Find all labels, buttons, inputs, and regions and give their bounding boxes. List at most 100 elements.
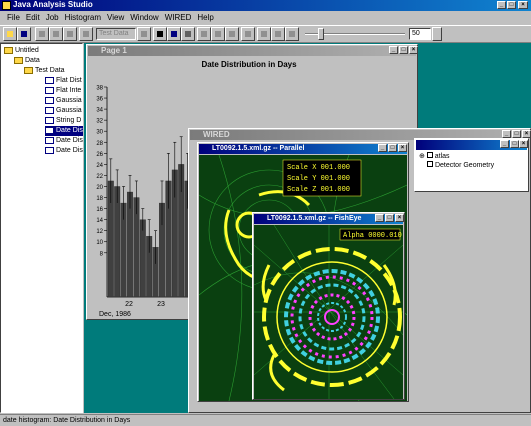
checkbox-icon[interactable]: [426, 152, 433, 158]
fisheye-event-display: Alpha 0000.010: [254, 225, 403, 399]
page-maximize[interactable]: □: [399, 46, 408, 54]
histogram-icon: [45, 146, 54, 154]
close-button[interactable]: ×: [518, 1, 528, 9]
zoom-value-field[interactable]: 50: [409, 28, 431, 40]
save-icon[interactable]: [17, 27, 31, 41]
menu-wired[interactable]: WIRED: [162, 12, 195, 24]
app-icon: [2, 1, 11, 10]
tree-item[interactable]: Flat Inte: [45, 86, 81, 96]
tree-item[interactable]: String D: [45, 116, 81, 126]
y-tick-label: 34: [96, 108, 103, 114]
wired-close[interactable]: ×: [522, 130, 531, 138]
histogram-icon: [45, 76, 54, 84]
data-dropdown[interactable]: Test Data: [96, 28, 136, 40]
histogram-icon[interactable]: [153, 27, 167, 41]
dropdown-arrow-icon[interactable]: [137, 27, 151, 41]
y-tick-label: 32: [96, 119, 103, 125]
paste-icon[interactable]: [63, 27, 77, 41]
data-dropdown-value: Test Data: [99, 30, 129, 37]
histogram-icon: [45, 106, 54, 114]
y-tick-label: 22: [96, 174, 103, 180]
y-tick-label: 36: [96, 97, 103, 103]
x-tick-label: 22: [125, 301, 133, 308]
tree-node-data[interactable]: Data: [14, 56, 40, 66]
x-tick-label: 23: [157, 301, 165, 308]
page-close[interactable]: ×: [409, 46, 418, 54]
fisheye-maximize[interactable]: □: [385, 214, 394, 222]
play-icon[interactable]: [271, 27, 285, 41]
tree-item[interactable]: Gaussia: [45, 106, 82, 116]
menu-window[interactable]: Window: [127, 12, 161, 24]
page-minimize[interactable]: _: [389, 46, 398, 54]
y-tick-label: 30: [96, 130, 103, 136]
app-title-bar: Java Analysis Studio: [0, 0, 531, 11]
status-text: date histogram: Date Distribution in Day…: [3, 417, 131, 424]
scale-x-label: Scale X 001.000: [287, 164, 350, 172]
menu-histogram[interactable]: Histogram: [62, 12, 104, 24]
zoom-icon[interactable]: [167, 27, 181, 41]
folder-icon: [14, 56, 23, 64]
alpha-label: Alpha 0000.010: [343, 232, 402, 240]
menu-job[interactable]: Job: [43, 12, 62, 24]
tree-node-test-data[interactable]: Test Data: [24, 66, 65, 76]
open-icon[interactable]: [3, 27, 17, 41]
wired-tree-item[interactable]: ⊕ atlas: [419, 152, 450, 161]
tool-d-icon[interactable]: [241, 27, 255, 41]
rotate-icon[interactable]: [181, 27, 195, 41]
folder-icon: [24, 66, 33, 74]
rewind-icon[interactable]: [257, 27, 271, 41]
tree-item-selected[interactable]: Date Dis: [45, 126, 83, 136]
fisheye-close[interactable]: ×: [395, 214, 404, 222]
tree-item[interactable]: Date Dis: [45, 136, 83, 146]
scale-y-label: Scale Y 001.000: [287, 175, 350, 183]
minimize-button[interactable]: _: [497, 1, 506, 9]
y-tick-label: 38: [96, 86, 103, 92]
wired-tree-item[interactable]: Detector Geometry: [427, 161, 494, 170]
wired-minimize[interactable]: _: [502, 130, 511, 138]
y-tick-label: 8: [100, 251, 104, 257]
app-title: Java Analysis Studio: [13, 0, 93, 9]
parallel-close[interactable]: ×: [398, 144, 407, 152]
y-tick-label: 18: [96, 196, 103, 202]
wired-tree-window: _ □ × ⊕ atlas Detector Geometry: [414, 138, 529, 192]
wired-tree-maximize[interactable]: □: [510, 140, 519, 148]
menu-help[interactable]: Help: [194, 12, 216, 24]
tool-a-icon[interactable]: [197, 27, 211, 41]
checkbox-icon[interactable]: [427, 161, 433, 167]
wired-tree-close[interactable]: ×: [519, 140, 528, 148]
cut-icon[interactable]: [35, 27, 49, 41]
y-tick-label: 12: [96, 229, 103, 235]
menu-bar: File Edit Job Histogram View Window WIRED Help: [4, 12, 217, 24]
copy-icon[interactable]: [49, 27, 63, 41]
fisheye-window: LT0092.1.5.xml.gz -- FishEye _ □ × Alpha…: [252, 212, 405, 400]
parallel-maximize[interactable]: □: [388, 144, 397, 152]
menu-edit[interactable]: Edit: [23, 12, 43, 24]
fisheye-minimize[interactable]: _: [375, 214, 384, 222]
zoom-spinner[interactable]: [432, 27, 442, 41]
scale-z-label: Scale Z 001.000: [287, 186, 350, 194]
x-axis-sublabel: Dec, 1986: [99, 311, 131, 318]
parallel-minimize[interactable]: _: [378, 144, 387, 152]
tool-c-icon[interactable]: [225, 27, 239, 41]
menu-view[interactable]: View: [104, 12, 127, 24]
zoom-value: 50: [412, 30, 420, 37]
y-tick-label: 14: [96, 218, 103, 224]
maximize-button[interactable]: □: [507, 1, 516, 9]
tree-node-root[interactable]: Untitled: [4, 46, 39, 56]
tree-item[interactable]: Flat Dist: [45, 76, 82, 86]
histogram-icon: [45, 86, 54, 94]
tree-item[interactable]: Date Dis: [45, 146, 83, 156]
histogram-icon: [45, 136, 54, 144]
tool-b-icon[interactable]: [211, 27, 225, 41]
tree-item[interactable]: Gaussia: [45, 96, 82, 106]
zoom-slider-handle[interactable]: [318, 28, 324, 40]
y-tick-label: 16: [96, 207, 103, 213]
wired-maximize[interactable]: □: [512, 130, 521, 138]
histogram-icon: [45, 96, 54, 104]
histogram-icon: [45, 126, 54, 134]
run-icon[interactable]: [79, 27, 93, 41]
page-window-title: Page 1: [88, 46, 416, 56]
menu-file[interactable]: File: [4, 12, 23, 24]
wired-tree-minimize[interactable]: _: [500, 140, 509, 148]
forward-icon[interactable]: [285, 27, 299, 41]
